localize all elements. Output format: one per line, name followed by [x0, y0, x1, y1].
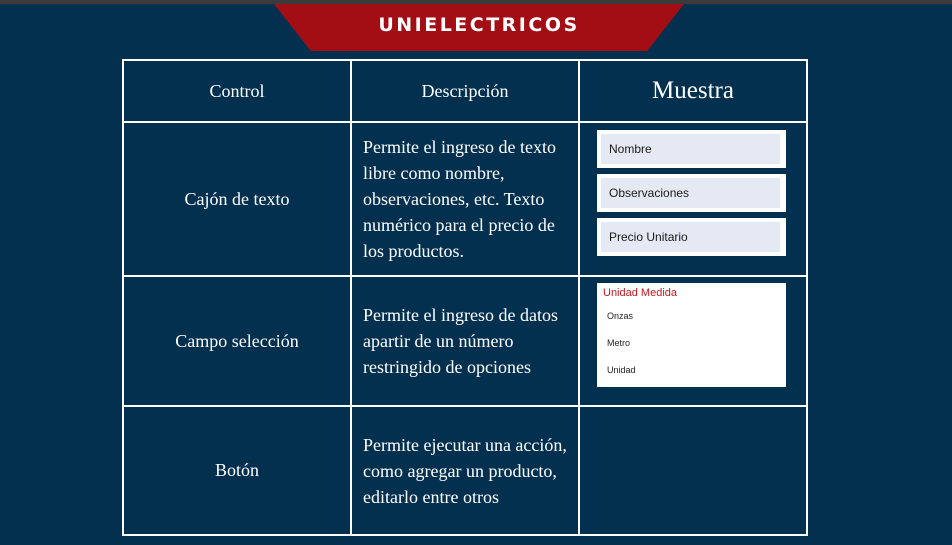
controls-table: Control Descripción Muestra Cajón de tex…	[122, 59, 808, 536]
select-option-unidad[interactable]: Unidad	[597, 357, 786, 384]
sample-cell: Nombre Observaciones Precio Unitario	[578, 121, 808, 277]
control-name: Campo selección	[122, 275, 352, 407]
brand-banner: UNIELECTRICOS	[274, 4, 684, 51]
header-control: Control	[122, 59, 352, 123]
control-description: Permite el ingreso de texto libre como n…	[350, 121, 580, 277]
brand-title: UNIELECTRICOS	[378, 14, 580, 36]
table-row: Campo selección Permite el ingreso de da…	[122, 275, 808, 407]
observations-field-text: Observaciones	[601, 178, 780, 208]
header-sample: Muestra	[578, 59, 808, 123]
table-row: Botón Permite ejecutar una acción, como …	[122, 405, 808, 536]
top-bar	[0, 0, 952, 4]
sample-cell-empty	[578, 405, 808, 536]
sample-cell: Unidad Medida Onzas Metro Unidad	[578, 275, 808, 407]
control-name: Botón	[122, 405, 352, 536]
unit-price-field[interactable]: Precio Unitario	[597, 218, 786, 256]
unit-select[interactable]: Unidad Medida Onzas Metro Unidad	[597, 283, 786, 387]
control-description: Permite ejecutar una acción, como agrega…	[350, 405, 580, 536]
unit-select-label: Unidad Medida	[603, 287, 677, 299]
observations-field[interactable]: Observaciones	[597, 174, 786, 212]
select-option-metro[interactable]: Metro	[597, 330, 786, 357]
header-row: Control Descripción Muestra	[122, 59, 808, 123]
control-description: Permite el ingreso de datos apartir de u…	[350, 275, 580, 407]
name-field[interactable]: Nombre	[597, 130, 786, 168]
header-description: Descripción	[350, 59, 580, 123]
select-option-onzas[interactable]: Onzas	[597, 303, 786, 330]
unit-price-field-text: Precio Unitario	[601, 222, 780, 252]
table-row: Cajón de texto Permite el ingreso de tex…	[122, 121, 808, 277]
control-name: Cajón de texto	[122, 121, 352, 277]
name-field-text: Nombre	[601, 134, 780, 164]
